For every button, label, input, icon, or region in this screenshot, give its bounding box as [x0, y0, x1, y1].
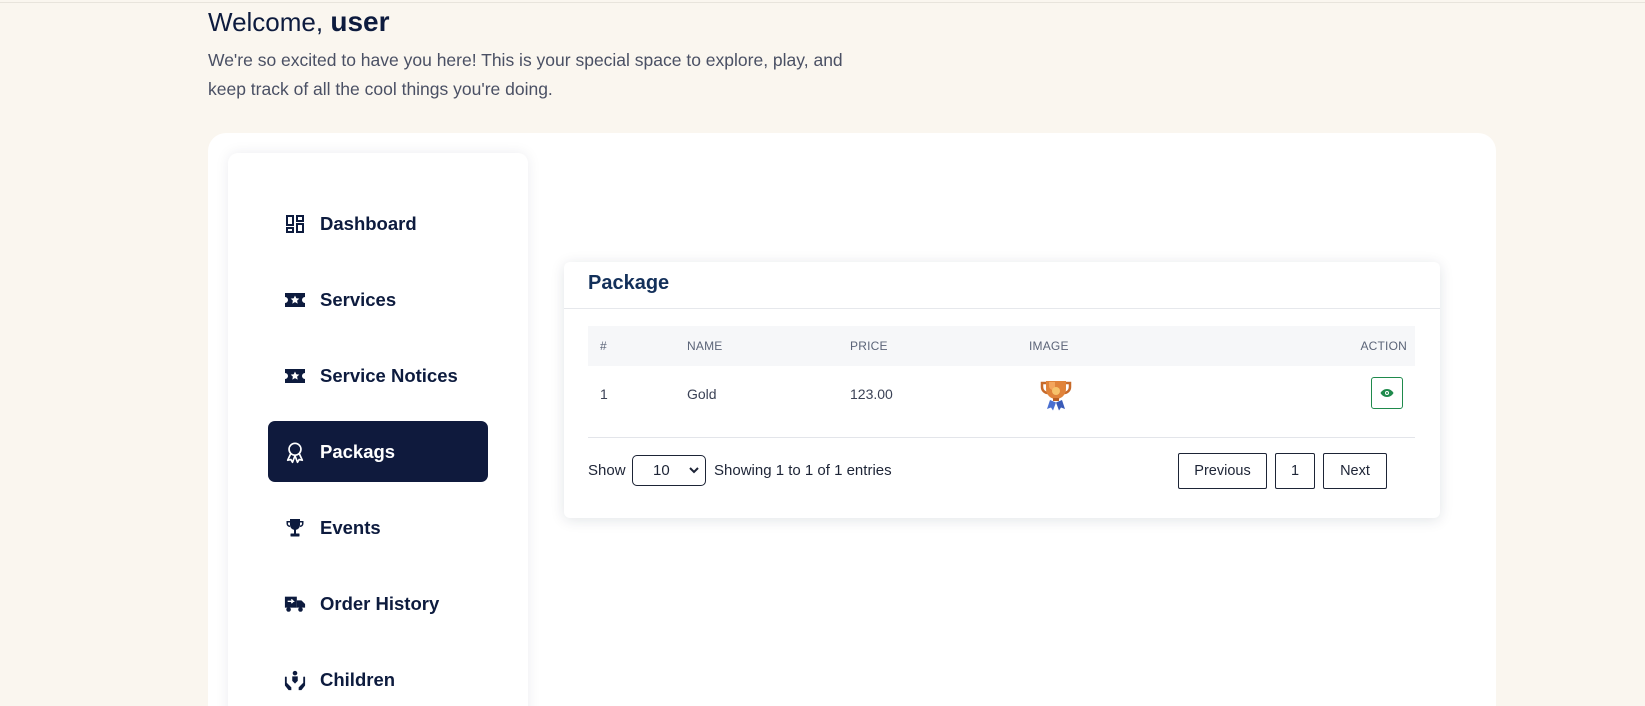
sidebar-item-packags[interactable]: Packags: [268, 421, 488, 482]
sidebar-item-service-notices[interactable]: Service Notices: [268, 345, 488, 406]
page-1-button[interactable]: 1: [1275, 453, 1315, 489]
sidebar-item-label: Events: [320, 516, 381, 538]
eye-icon: [1380, 389, 1394, 397]
show-label: Show: [588, 462, 626, 479]
package-card: Package # NAME PRICE IMAGE ACTION 1 Gold…: [564, 262, 1440, 518]
sidebar-item-label: Packags: [320, 440, 396, 462]
table-bottom-divider: [588, 437, 1415, 438]
table-header: # NAME PRICE IMAGE ACTION: [588, 326, 1415, 366]
welcome-prefix: Welcome,: [208, 7, 324, 37]
sidebar-item-label: Order History: [320, 592, 440, 614]
row-index: 1: [600, 386, 608, 402]
sidebar: Dashboard Services Service Notices Packa…: [228, 153, 528, 706]
top-divider: [0, 2, 1645, 3]
column-header-image: IMAGE: [1029, 339, 1069, 353]
column-header-index: #: [600, 339, 607, 353]
username: user: [330, 6, 390, 37]
sidebar-item-label: Services: [320, 288, 397, 310]
card-title: Package: [588, 272, 670, 294]
intro-text: We're so excited to have you here! This …: [208, 50, 843, 99]
ticket-star-icon: [284, 289, 306, 311]
column-header-name: NAME: [687, 339, 723, 353]
trophy-icon: [284, 517, 306, 539]
trophy-image: [1040, 379, 1072, 411]
next-button[interactable]: Next: [1323, 453, 1387, 489]
card-divider: [564, 308, 1440, 309]
previous-button[interactable]: Previous: [1178, 453, 1267, 489]
sidebar-item-label: Service Notices: [320, 364, 458, 386]
hands-heart-icon: [284, 669, 306, 691]
sidebar-item-label: Dashboard: [320, 212, 417, 234]
sidebar-item-services[interactable]: Services: [268, 269, 488, 330]
ticket-star-icon: [284, 365, 306, 387]
page-length-value: 10: [653, 462, 670, 479]
sidebar-item-events[interactable]: Events: [268, 497, 488, 558]
view-button[interactable]: [1371, 377, 1403, 409]
column-header-action: ACTION: [1360, 339, 1407, 353]
dashboard-icon: [284, 213, 306, 235]
delivery-truck-icon: [284, 593, 306, 615]
row-name: Gold: [687, 386, 717, 402]
welcome-heading: Welcome, user: [208, 6, 390, 38]
sidebar-item-children[interactable]: Children: [268, 649, 488, 706]
sidebar-item-label: Children: [320, 668, 396, 690]
sidebar-item-order-history[interactable]: Order History: [268, 573, 488, 634]
entries-info: Showing 1 to 1 of 1 entries: [714, 462, 892, 479]
award-icon: [284, 441, 306, 463]
row-price: 123.00: [850, 386, 893, 402]
sidebar-item-dashboard[interactable]: Dashboard: [268, 193, 488, 254]
column-header-price: PRICE: [850, 339, 888, 353]
chevron-down-icon: [689, 467, 699, 474]
page-length-select[interactable]: 10: [632, 455, 706, 486]
